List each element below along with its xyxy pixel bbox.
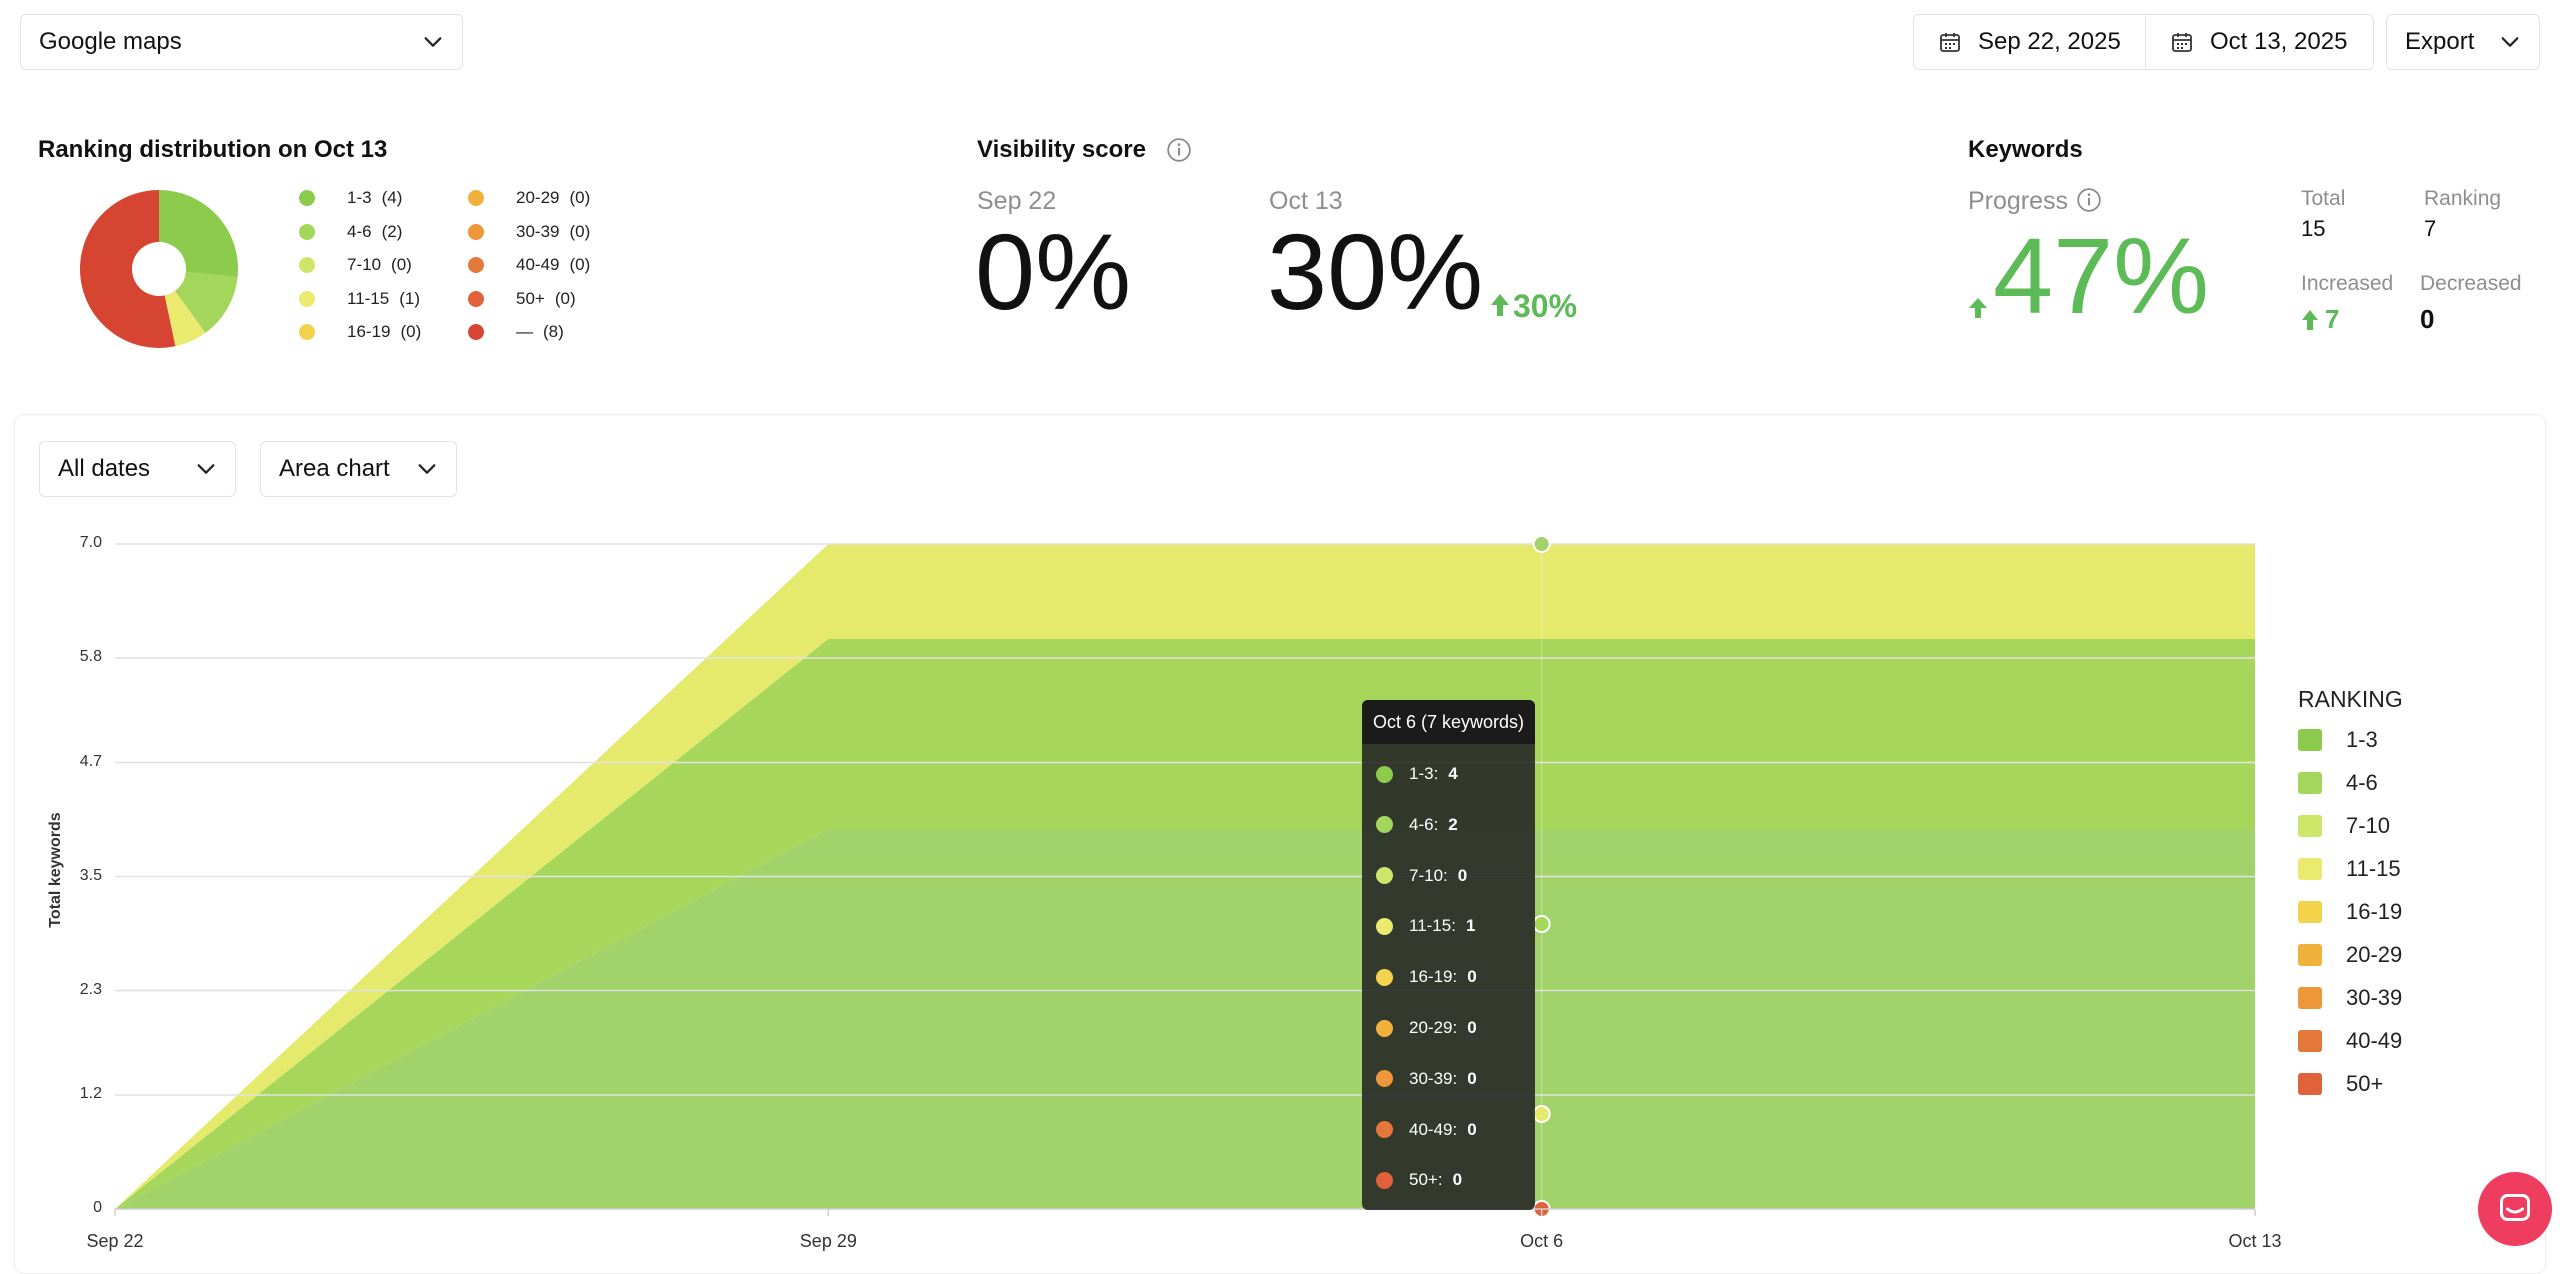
- chat-icon: [2500, 1194, 2530, 1221]
- hover-point: [1532, 915, 1551, 933]
- tooltip-row-value: 2: [1448, 814, 1458, 834]
- tooltip-dot: [1376, 765, 1393, 783]
- tooltip-row: 20-29: 0: [1376, 1018, 1477, 1038]
- y-tick-label: 1.2: [79, 1085, 102, 1102]
- tooltip-row-value: 4: [1448, 764, 1458, 783]
- y-tick-label: 4.7: [79, 752, 102, 770]
- tooltip-dot: [1376, 917, 1393, 935]
- y-tick-label: 5.8: [79, 648, 102, 665]
- hover-point: [1532, 1105, 1551, 1123]
- ranking-legend-item[interactable]: 50+: [2298, 1071, 2383, 1097]
- tooltip-dot: [1376, 1171, 1393, 1189]
- tooltip-row-value: 0: [1467, 1068, 1477, 1088]
- y-tick-label: 0: [93, 1199, 102, 1216]
- chart-tooltip: Oct 6 (7 keywords) 1-3: 4 4-6: 2 7-10: 0 11-15…: [1362, 700, 1535, 1210]
- tooltip-row-value: 0: [1467, 967, 1477, 987]
- tooltip-row: 30-39: 0: [1376, 1069, 1477, 1089]
- ranking-legend-item[interactable]: 4-6: [2298, 770, 2378, 796]
- tooltip-row: 4-6: 2: [1376, 815, 1458, 835]
- ranking-legend-label: 16-19: [2346, 899, 2403, 924]
- tooltip-row: 40-49: 0: [1376, 1120, 1477, 1140]
- tooltip-row-label: 40-49:: [1409, 1119, 1458, 1139]
- ranking-legend-label: 1-3: [2346, 727, 2378, 752]
- legend-swatch: [2298, 815, 2322, 837]
- tooltip-dot: [1376, 816, 1393, 834]
- legend-swatch: [2298, 858, 2322, 880]
- legend-swatch: [2298, 729, 2322, 751]
- ranking-legend-item[interactable]: 20-29: [2298, 942, 2402, 968]
- tooltip-row-label: 30-39:: [1409, 1068, 1458, 1088]
- tooltip-dot: [1376, 968, 1393, 986]
- tooltip-row-label: 7-10:: [1409, 865, 1448, 885]
- tooltip-row-label: 20-29:: [1409, 1018, 1458, 1037]
- ranking-legend-label: 30-39: [2346, 985, 2403, 1010]
- y-tick-label: 3.5: [79, 866, 102, 884]
- chat-button[interactable]: [2478, 1172, 2552, 1246]
- ranking-legend-label: 50+: [2346, 1071, 2384, 1096]
- ranking-legend-title: RANKING: [2298, 686, 2403, 712]
- tooltip-title: Oct 6 (7 keywords): [1362, 700, 1535, 744]
- y-tick-label: 7.0: [79, 534, 102, 551]
- tooltip-row-label: 16-19:: [1409, 967, 1458, 987]
- tooltip-row-value: 1: [1465, 916, 1476, 936]
- ranking-legend-item[interactable]: 7-10: [2298, 813, 2390, 839]
- ranking-legend-item[interactable]: 11-15: [2298, 856, 2401, 882]
- tooltip-dot: [1376, 1019, 1393, 1037]
- ranking-legend-label: 4-6: [2346, 770, 2378, 795]
- ranking-legend-item[interactable]: 30-39: [2298, 985, 2402, 1011]
- tooltip-row: 50+: 0: [1376, 1170, 1462, 1190]
- ranking-legend-label: 11-15: [2346, 856, 2401, 881]
- tooltip-row: 7-10: 0: [1376, 866, 1467, 886]
- tooltip-row: 1-3: 4: [1376, 764, 1458, 784]
- tooltip-row-value: 0: [1457, 865, 1468, 885]
- area-chart[interactable]: [0, 0, 2560, 1253]
- ranking-legend-label: 20-29: [2346, 942, 2403, 967]
- tooltip-row-value: 0: [1452, 1170, 1463, 1190]
- legend-swatch: [2298, 987, 2322, 1009]
- tooltip-row-label: 50+:: [1409, 1170, 1443, 1190]
- legend-swatch: [2298, 772, 2322, 794]
- y-tick-label: 2.3: [79, 980, 102, 998]
- ranking-legend-label: 7-10: [2346, 813, 2391, 838]
- legend-swatch: [2298, 1030, 2322, 1052]
- legend-swatch: [2298, 944, 2322, 966]
- legend-swatch: [2298, 1073, 2322, 1095]
- ranking-legend-item[interactable]: 1-3: [2298, 727, 2378, 753]
- x-tick-label: Sep 29: [799, 1231, 857, 1251]
- legend-swatch: [2298, 901, 2322, 923]
- tooltip-row-label: 4-6:: [1409, 814, 1439, 834]
- x-tick-label: Oct 6: [1520, 1231, 1564, 1251]
- ranking-legend-item[interactable]: 40-49: [2298, 1028, 2402, 1054]
- tooltip-row-label: 1-3:: [1409, 764, 1439, 783]
- tooltip-row: 11-15: 1: [1376, 916, 1475, 936]
- ranking-legend-label: 40-49: [2346, 1028, 2403, 1053]
- ranking-legend-item[interactable]: 16-19: [2298, 899, 2402, 925]
- tooltip-row-value: 0: [1467, 1018, 1477, 1037]
- tooltip-row-value: 0: [1467, 1119, 1477, 1139]
- tooltip-row: 16-19: 0: [1376, 967, 1477, 987]
- tooltip-row-label: 11-15:: [1409, 916, 1456, 936]
- x-tick-label: Sep 22: [86, 1231, 144, 1251]
- tooltip-dot: [1376, 1070, 1393, 1088]
- hover-point: [1532, 535, 1551, 553]
- x-tick-label: Oct 13: [2228, 1231, 2282, 1251]
- tooltip-dot: [1376, 867, 1393, 885]
- tooltip-dot: [1376, 1121, 1393, 1139]
